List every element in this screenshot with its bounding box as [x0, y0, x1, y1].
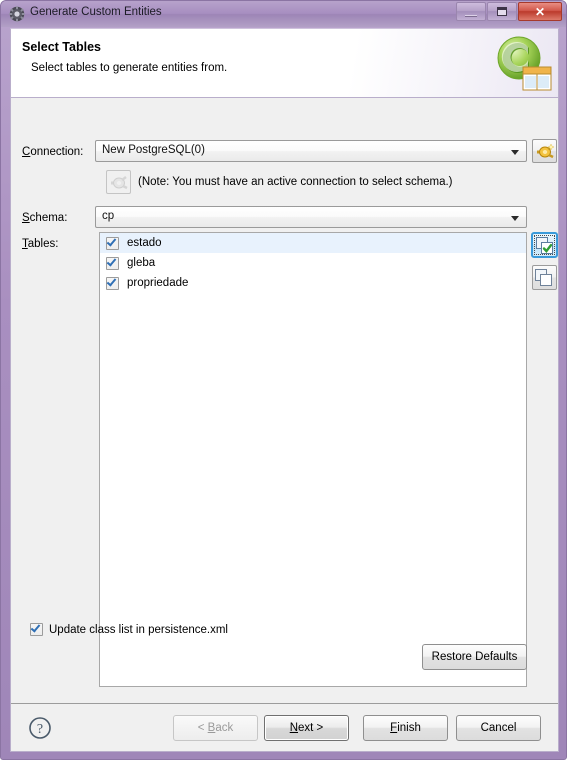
connection-note: (Note: You must have an active connectio… — [138, 176, 453, 188]
dialog-window: Generate Custom Entities ✕ Select Tables… — [0, 0, 567, 760]
database-table-logo-icon — [492, 32, 554, 94]
update-class-list-label: Update class list in persistence.xml — [49, 623, 228, 636]
maximize-icon — [497, 7, 507, 16]
dialog-footer: ? < Back Next > Finish Cancel — [11, 703, 558, 751]
wizard-banner: Select Tables Select tables to generate … — [11, 29, 558, 98]
minimize-button[interactable] — [456, 2, 486, 21]
page-title: Select Tables — [22, 40, 101, 54]
dialog-body: Select Tables Select tables to generate … — [10, 28, 559, 752]
window-title: Generate Custom Entities — [30, 6, 162, 18]
table-checkbox[interactable] — [106, 275, 119, 290]
deselect-all-button[interactable] — [532, 265, 557, 290]
chevron-down-icon — [511, 216, 519, 221]
back-button: < Back — [173, 715, 258, 741]
tables-label: Tables: — [22, 238, 59, 250]
back-label: < Back — [197, 722, 234, 734]
close-button[interactable]: ✕ — [518, 2, 562, 21]
connection-combobox[interactable]: New PostgreSQL(0) — [95, 140, 527, 162]
schema-combobox[interactable]: cp — [95, 206, 527, 228]
connection-label: Connection: — [22, 146, 84, 158]
minimize-icon — [465, 15, 477, 17]
select-all-button[interactable] — [531, 232, 558, 258]
new-connection-button[interactable] — [532, 139, 557, 163]
chevron-down-icon — [511, 150, 519, 155]
help-icon[interactable]: ? — [28, 716, 52, 740]
schema-value: cp — [102, 210, 115, 222]
table-name: gleba — [127, 257, 156, 269]
checkbox-box[interactable] — [30, 622, 43, 636]
next-button[interactable]: Next > — [264, 715, 349, 741]
close-icon: ✕ — [534, 4, 546, 19]
reconnect-button-disabled — [106, 170, 131, 194]
cancel-button[interactable]: Cancel — [456, 715, 541, 741]
gear-icon — [9, 6, 25, 22]
update-class-list-checkbox[interactable]: Update class list in persistence.xml — [30, 622, 228, 636]
table-row[interactable]: estado — [100, 233, 526, 253]
table-row[interactable]: gleba — [100, 253, 526, 273]
next-label: Next > — [289, 722, 324, 734]
schema-label: Schema: — [22, 212, 68, 224]
page-subtitle: Select tables to generate entities from. — [31, 62, 228, 74]
svg-text:?: ? — [37, 722, 43, 737]
restore-defaults-button[interactable]: Restore Defaults — [422, 644, 527, 670]
content-area: Connection: New PostgreSQL(0) (Note: You… — [11, 99, 558, 702]
maximize-button[interactable] — [487, 2, 517, 21]
connection-value: New PostgreSQL(0) — [102, 144, 205, 156]
table-name: estado — [127, 237, 162, 249]
table-row[interactable]: propriedade — [100, 273, 526, 293]
table-name: propriedade — [127, 277, 189, 289]
table-checkbox[interactable] — [106, 235, 119, 250]
tables-listbox[interactable]: estado gleba propriedade — [99, 232, 527, 687]
finish-label: Finish — [390, 722, 421, 734]
finish-button[interactable]: Finish — [363, 715, 448, 741]
table-checkbox[interactable] — [106, 255, 119, 270]
title-bar: Generate Custom Entities ✕ — [1, 1, 566, 27]
